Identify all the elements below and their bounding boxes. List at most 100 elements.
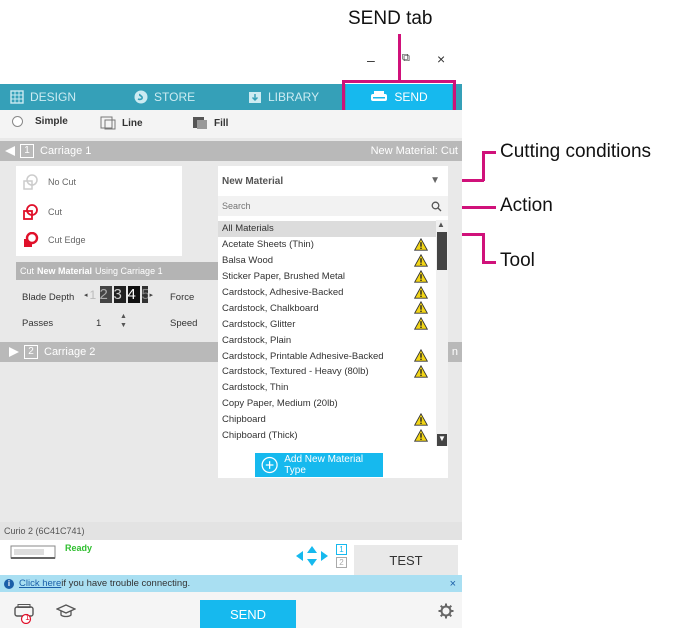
warning-icon bbox=[414, 269, 428, 283]
tab-library[interactable]: LIBRARY bbox=[248, 84, 319, 110]
material-name: Balsa Wood bbox=[222, 255, 274, 267]
mode-simple[interactable]: Simple bbox=[12, 116, 68, 127]
move-arrows-icon[interactable] bbox=[296, 546, 328, 571]
mode-fill[interactable]: Fill bbox=[192, 116, 228, 130]
material-dropdown[interactable]: New Material ▼ bbox=[218, 166, 448, 196]
blade-depth-selector[interactable]: ◂ 1 2 3 4 5 ▸ bbox=[84, 286, 153, 303]
material-list-item[interactable]: Acetate Sheets (Thin) bbox=[218, 237, 436, 253]
blade-increase-arrow-icon[interactable]: ▸ bbox=[150, 291, 154, 299]
material-list-item[interactable]: Cardstock, Thin bbox=[218, 380, 436, 396]
dropdown-triangle-icon: ▼ bbox=[430, 175, 440, 186]
material-search-input[interactable] bbox=[218, 196, 418, 216]
cut-edge-icon bbox=[24, 232, 39, 247]
force-label: Force bbox=[170, 292, 195, 303]
cut-using-prefix: Cut bbox=[20, 266, 35, 276]
tool-cut-label: Cut bbox=[48, 207, 63, 217]
warning-icon bbox=[414, 428, 428, 442]
warning-icon bbox=[414, 301, 428, 315]
tool-cut-edge[interactable]: Cut Edge bbox=[22, 232, 86, 248]
warning-icon bbox=[414, 317, 428, 330]
library-icon bbox=[249, 92, 261, 103]
material-list-item[interactable]: Cardstock, Printable Adhesive-Backed bbox=[218, 348, 436, 364]
warning-icon bbox=[414, 412, 428, 426]
annotation-cutting-line-h1 bbox=[482, 151, 496, 154]
tool-no-cut[interactable]: No Cut bbox=[22, 174, 76, 190]
passes-label: Passes bbox=[22, 318, 54, 329]
mode-simple-label: Simple bbox=[35, 116, 68, 127]
warning-icon bbox=[414, 253, 428, 267]
connection-help-text: if you have trouble connecting. bbox=[61, 578, 191, 589]
tool-cut[interactable]: Cut bbox=[22, 204, 62, 220]
connection-help-link[interactable]: Click here bbox=[19, 578, 61, 589]
material-list-item[interactable]: Sticker Paper, Brushed Metal bbox=[218, 269, 436, 285]
annotation-action: Action bbox=[500, 195, 553, 216]
material-panel: New Material ▼ All Materials Acetate Shee… bbox=[218, 166, 448, 478]
blade-decrease-arrow-icon[interactable]: ◂ bbox=[84, 291, 88, 299]
annotation-cutting-conditions: Cutting conditions bbox=[500, 141, 652, 162]
material-list-item[interactable]: Chipboard bbox=[218, 412, 436, 428]
scroll-down-icon[interactable]: ▼ bbox=[437, 434, 447, 446]
mode-fill-label: Fill bbox=[214, 117, 229, 129]
scroll-up-icon[interactable]: ▲ bbox=[437, 220, 445, 229]
annotation-send-tab-line bbox=[398, 34, 401, 82]
material-name: Chipboard bbox=[222, 414, 266, 426]
carriage-select-1[interactable]: 1 bbox=[336, 544, 347, 555]
material-name: Acetate Sheets (Thin) bbox=[222, 239, 314, 251]
cut-using-suffix: Using Carriage 1 bbox=[95, 266, 163, 276]
passes-value: 1 bbox=[96, 318, 102, 329]
scroll-thumb[interactable] bbox=[437, 232, 447, 270]
stepper-up-icon[interactable]: ▲ bbox=[120, 313, 127, 320]
fill-mode-icon bbox=[193, 117, 207, 129]
speed-label: Speed bbox=[170, 318, 198, 329]
annotation-tool: Tool bbox=[500, 250, 535, 271]
add-new-material-button[interactable]: Add New Material Type bbox=[255, 453, 383, 477]
warning-icon bbox=[414, 237, 428, 251]
material-list-item[interactable]: Cardstock, Plain bbox=[218, 332, 436, 348]
annotation-cutting-line-v bbox=[482, 151, 485, 181]
warning-icon bbox=[414, 349, 428, 362]
material-list-header[interactable]: All Materials bbox=[218, 221, 436, 237]
tutorial-cap-icon[interactable] bbox=[55, 604, 77, 625]
annotation-action-line bbox=[456, 206, 496, 209]
material-name: Cardstock, Printable Adhesive-Backed bbox=[222, 350, 384, 362]
no-cut-icon bbox=[23, 174, 38, 190]
test-button[interactable]: TEST bbox=[354, 545, 458, 575]
close-button[interactable]: × bbox=[437, 51, 445, 67]
material-scrollbar[interactable]: ▲ ▼ bbox=[436, 220, 448, 446]
blade-digit: 1 bbox=[89, 287, 97, 302]
minimize-button[interactable]: – bbox=[367, 52, 375, 68]
send-button[interactable]: SEND bbox=[200, 600, 296, 628]
gear-icon[interactable] bbox=[438, 603, 454, 624]
material-search[interactable] bbox=[218, 196, 448, 216]
grid-icon bbox=[10, 90, 24, 104]
material-name: Sticker Paper, Brushed Metal bbox=[222, 271, 346, 283]
cut-icon bbox=[23, 204, 38, 220]
carriage-select-2[interactable]: 2 bbox=[336, 557, 347, 568]
blade-digit: 4 bbox=[127, 286, 140, 303]
material-list-item[interactable]: Cardstock, Adhesive-Backed bbox=[218, 285, 436, 301]
silhouette-s-icon bbox=[134, 90, 148, 104]
tab-library-label: LIBRARY bbox=[268, 90, 320, 104]
info-close-icon[interactable]: × bbox=[450, 578, 456, 590]
carriage-2-label: Carriage 2 bbox=[44, 346, 96, 358]
material-list-item[interactable]: Copy Paper, Medium (20lb) bbox=[218, 396, 436, 412]
carriage-2-number: 2 bbox=[24, 345, 38, 359]
device-name: Curio 2 (6C41C741) bbox=[4, 526, 85, 536]
connection-info-bar: i Click here if you have trouble connect… bbox=[0, 575, 462, 592]
passes-stepper[interactable]: 1 ▲ ▼ bbox=[94, 313, 134, 333]
tab-store[interactable]: STORE bbox=[134, 84, 195, 110]
material-list-item[interactable]: Cardstock, Chalkboard bbox=[218, 300, 436, 316]
material-list-item[interactable]: Cardstock, Textured - Heavy (80lb) bbox=[218, 364, 436, 380]
blade-digit: 2 bbox=[99, 286, 112, 303]
carriage-1-header[interactable]: 1 Carriage 1 New Material: Cut bbox=[0, 141, 462, 161]
material-list-item[interactable]: Chipboard (Thick) bbox=[218, 428, 436, 444]
mode-line[interactable]: Line bbox=[100, 116, 143, 130]
tool-no-cut-label: No Cut bbox=[48, 177, 77, 187]
restore-button[interactable]: ⧉ bbox=[402, 52, 410, 65]
search-icon bbox=[431, 201, 442, 212]
tab-design[interactable]: DESIGN bbox=[10, 84, 76, 110]
material-list-item[interactable]: Cardstock, Glitter bbox=[218, 316, 436, 332]
stepper-down-icon[interactable]: ▼ bbox=[120, 322, 127, 329]
tab-design-label: DESIGN bbox=[30, 90, 77, 104]
material-list-item[interactable]: Balsa Wood bbox=[218, 253, 436, 269]
